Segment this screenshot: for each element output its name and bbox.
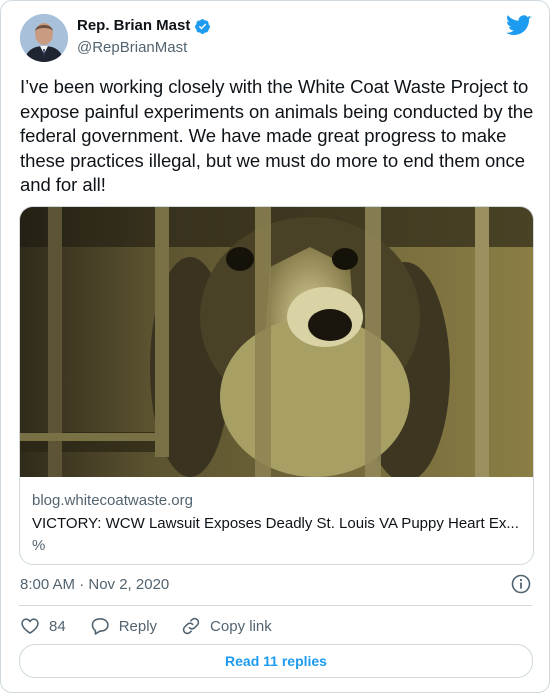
- copy-link-label: Copy link: [210, 617, 272, 635]
- link-preview-card[interactable]: blog.whitecoatwaste.org VICTORY: WCW Law…: [19, 206, 534, 565]
- info-icon[interactable]: [511, 574, 531, 594]
- tweet-card: Rep. Brian Mast @RepBrianMast I’ve been …: [0, 0, 550, 693]
- link-icon: [182, 617, 200, 635]
- link-title[interactable]: VICTORY: WCW Lawsuit Exposes Deadly St. …: [32, 514, 522, 534]
- verified-badge-icon: [195, 18, 211, 34]
- author-name-row[interactable]: Rep. Brian Mast: [77, 16, 211, 36]
- reply-button[interactable]: Reply: [90, 616, 157, 636]
- twitter-bird-icon[interactable]: [506, 15, 532, 37]
- link-preview-image[interactable]: [20, 207, 533, 477]
- link-description: %: [32, 537, 46, 554]
- action-bar: 84 Reply Copy link: [20, 616, 296, 636]
- reply-label: Reply: [118, 617, 158, 635]
- heart-icon: [21, 618, 39, 634]
- avatar[interactable]: [20, 14, 68, 62]
- tweet-timestamp[interactable]: 8:00 AM · Nov 2, 2020: [20, 575, 169, 595]
- reply-bubble-icon: [91, 618, 109, 635]
- read-replies-button[interactable]: Read 11 replies: [19, 644, 533, 678]
- divider: [19, 605, 532, 606]
- like-button[interactable]: 84: [20, 616, 66, 636]
- link-domain[interactable]: blog.whitecoatwaste.org: [32, 491, 193, 511]
- tweet-text: I’ve been working closely with the White…: [20, 76, 534, 196]
- author-handle[interactable]: @RepBrianMast: [77, 38, 187, 58]
- copy-link-button[interactable]: Copy link: [181, 616, 272, 636]
- like-count: 84: [49, 617, 66, 635]
- author-name[interactable]: Rep. Brian Mast: [77, 16, 190, 36]
